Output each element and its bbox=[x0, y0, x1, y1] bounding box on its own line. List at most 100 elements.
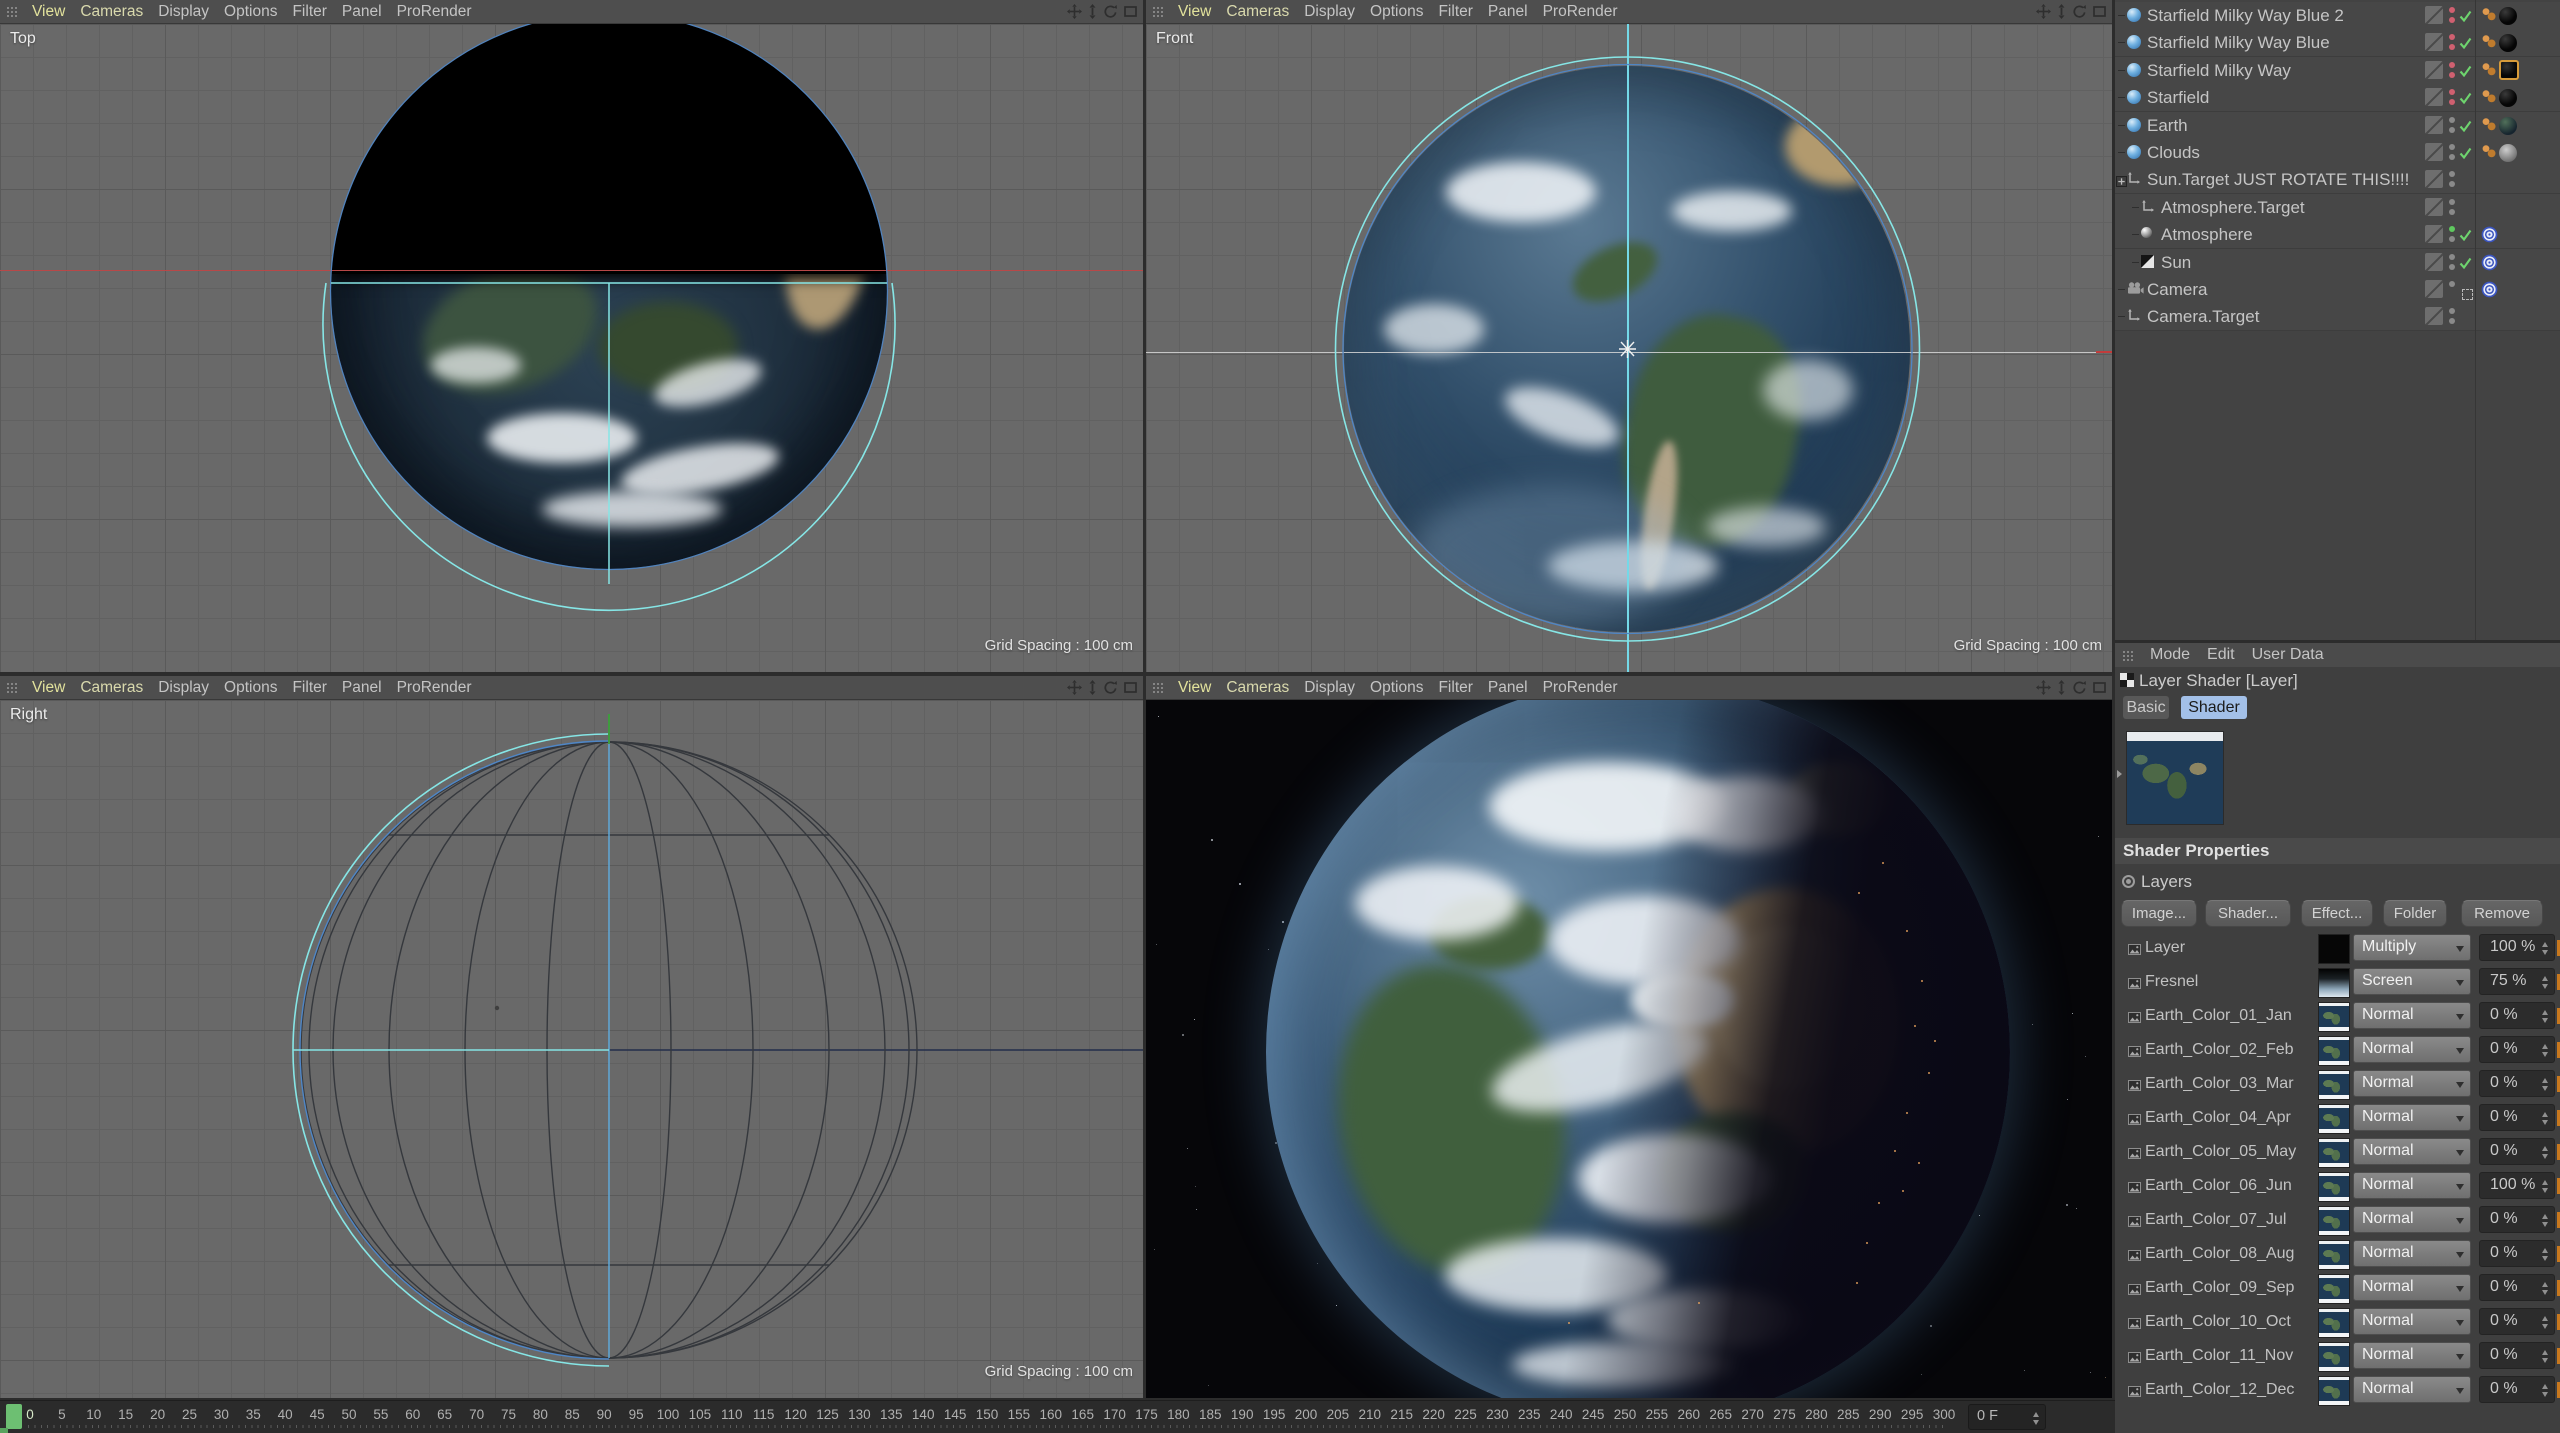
null-object-icon[interactable] bbox=[2127, 309, 2140, 327]
object-name[interactable]: Camera.Target bbox=[2147, 307, 2259, 327]
shader-layer-row[interactable]: Earth_Color_11_Nov Normal 0 % bbox=[2115, 1339, 2560, 1373]
blend-mode-dropdown[interactable]: Normal bbox=[2353, 1376, 2471, 1403]
enabled-check-icon[interactable] bbox=[2459, 91, 2472, 109]
value-spinner[interactable] bbox=[2542, 942, 2549, 955]
value-spinner[interactable] bbox=[2542, 1248, 2549, 1261]
pan-icon[interactable] bbox=[2036, 680, 2051, 695]
object-name[interactable]: Starfield Milky Way Blue 2 bbox=[2147, 6, 2344, 26]
editor-visibility-dot[interactable] bbox=[2449, 308, 2455, 315]
sphere-object-icon[interactable] bbox=[2127, 62, 2141, 77]
rotate-icon[interactable] bbox=[2072, 4, 2087, 19]
shader-layer-row[interactable]: Earth_Color_07_Jul Normal 0 % bbox=[2115, 1203, 2560, 1237]
material-tag-icon[interactable] bbox=[2499, 144, 2517, 162]
layer-name[interactable]: Earth_Color_05_May bbox=[2145, 1143, 2296, 1161]
layer-name[interactable]: Earth_Color_07_Jul bbox=[2145, 1211, 2286, 1229]
layer-name[interactable]: Earth_Color_10_Oct bbox=[2145, 1313, 2291, 1331]
value-spinner[interactable] bbox=[2542, 976, 2549, 989]
layer-thumbnail[interactable] bbox=[2318, 1104, 2350, 1134]
viewport-menu-panel[interactable]: Panel bbox=[1488, 3, 1528, 21]
editor-visibility-dot[interactable] bbox=[2449, 281, 2455, 287]
layer-name[interactable]: Earth_Color_09_Sep bbox=[2145, 1279, 2294, 1297]
grip-icon[interactable] bbox=[2122, 649, 2133, 661]
image-button[interactable]: Image... bbox=[2121, 900, 2197, 927]
viewport-top[interactable]: Top Grid Spacing : 100 cm bbox=[0, 24, 1143, 672]
layer-thumbnail[interactable] bbox=[2318, 1070, 2350, 1100]
shader-layer-row[interactable]: Earth_Color_02_Feb Normal 0 % bbox=[2115, 1033, 2560, 1067]
preview-expand-arrow[interactable] bbox=[2117, 770, 2122, 778]
opacity-field[interactable]: 0 % bbox=[2479, 1002, 2555, 1029]
viewport-menu-display[interactable]: Display bbox=[158, 3, 209, 21]
viewport-menu-display[interactable]: Display bbox=[1304, 3, 1355, 21]
target-tag-icon[interactable] bbox=[2481, 281, 2498, 303]
opacity-field[interactable]: 0 % bbox=[2479, 1138, 2555, 1165]
viewport-right[interactable]: Right Grid Spacing : 100 cm bbox=[0, 700, 1143, 1398]
menu-mode[interactable]: Mode bbox=[2150, 646, 2190, 664]
layer-name[interactable]: Earth_Color_04_Apr bbox=[2145, 1109, 2291, 1127]
layer-thumbnail[interactable] bbox=[2318, 934, 2350, 964]
grip-icon[interactable] bbox=[6, 682, 17, 693]
render-visibility-dot[interactable] bbox=[2449, 126, 2455, 133]
viewport-menu-prorender[interactable]: ProRender bbox=[397, 3, 472, 21]
phong-tag-icon[interactable] bbox=[2481, 117, 2497, 137]
folder-button[interactable]: Folder bbox=[2383, 900, 2447, 927]
sphere-object-icon[interactable] bbox=[2127, 117, 2141, 132]
material-tag-icon[interactable] bbox=[2499, 116, 2517, 135]
active-camera-icon[interactable] bbox=[2462, 289, 2473, 300]
object-name[interactable]: Starfield Milky Way bbox=[2147, 61, 2291, 81]
shader-layer-row[interactable]: Earth_Color_04_Apr Normal 0 % bbox=[2115, 1101, 2560, 1135]
editor-visibility-dot[interactable] bbox=[2449, 7, 2455, 13]
object-name[interactable]: Sun bbox=[2161, 253, 2191, 273]
layer-name[interactable]: Fresnel bbox=[2145, 973, 2198, 991]
viewport-divider-vertical[interactable] bbox=[1143, 0, 1146, 1400]
layer-thumbnail[interactable] bbox=[2318, 1376, 2350, 1406]
render-visibility-dot[interactable] bbox=[2449, 318, 2455, 325]
opacity-field[interactable]: 0 % bbox=[2479, 1036, 2555, 1063]
object-name[interactable]: Starfield Milky Way Blue bbox=[2147, 33, 2330, 53]
grip-icon[interactable] bbox=[1152, 682, 1163, 693]
viewport-perspective[interactable] bbox=[1146, 700, 2112, 1398]
viewport-menu-cameras[interactable]: Cameras bbox=[80, 679, 143, 697]
blend-mode-dropdown[interactable]: Normal bbox=[2353, 1274, 2471, 1301]
display-toggle-icon[interactable] bbox=[2425, 143, 2443, 161]
expand-toggle-icon[interactable] bbox=[2116, 174, 2127, 192]
viewport-menu-view[interactable]: View bbox=[32, 3, 65, 21]
shader-layer-row[interactable]: Earth_Color_05_May Normal 0 % bbox=[2115, 1135, 2560, 1169]
blend-mode-dropdown[interactable]: Normal bbox=[2353, 1104, 2471, 1131]
editor-visibility-dot[interactable] bbox=[2449, 116, 2455, 123]
render-visibility-dot[interactable] bbox=[2449, 181, 2455, 188]
value-spinner[interactable] bbox=[2542, 1078, 2549, 1091]
sphere-object-icon[interactable] bbox=[2127, 145, 2141, 159]
object-row[interactable]: Starfield Milky Way bbox=[2115, 56, 2560, 85]
viewport-menu-options[interactable]: Options bbox=[1370, 3, 1423, 21]
blend-mode-dropdown[interactable]: Multiply bbox=[2353, 934, 2471, 961]
layer-thumbnail[interactable] bbox=[2318, 1138, 2350, 1168]
viewport-menu-view[interactable]: View bbox=[32, 679, 65, 697]
layer-name[interactable]: Earth_Color_03_Mar bbox=[2145, 1075, 2294, 1093]
layer-name[interactable]: Earth_Color_06_Jun bbox=[2145, 1177, 2292, 1195]
maximize-icon[interactable] bbox=[2093, 6, 2106, 17]
material-tag-icon-selected[interactable] bbox=[2499, 59, 2519, 80]
viewport-menu-display[interactable]: Display bbox=[158, 679, 209, 697]
phong-tag-icon[interactable] bbox=[2481, 144, 2497, 164]
rotate-icon[interactable] bbox=[2072, 680, 2087, 695]
viewport-menu-panel[interactable]: Panel bbox=[342, 3, 382, 21]
viewport-menu-filter[interactable]: Filter bbox=[292, 3, 326, 21]
layer-name[interactable]: Earth_Color_01_Jan bbox=[2145, 1007, 2292, 1025]
layer-thumbnail[interactable] bbox=[2318, 968, 2350, 998]
viewport-menu-panel[interactable]: Panel bbox=[1488, 679, 1528, 697]
pan-icon[interactable] bbox=[1067, 680, 1082, 695]
shader-layer-row[interactable]: Layer Multiply 100 % bbox=[2115, 931, 2560, 965]
display-toggle-icon[interactable] bbox=[2425, 307, 2443, 326]
opacity-field[interactable]: 75 % bbox=[2479, 968, 2555, 995]
display-toggle-icon[interactable] bbox=[2425, 6, 2443, 24]
sphere-object-icon[interactable] bbox=[2127, 35, 2141, 50]
viewport-menu-prorender[interactable]: ProRender bbox=[397, 679, 472, 697]
editor-visibility-dot[interactable] bbox=[2449, 171, 2455, 178]
viewport-menu-prorender[interactable]: ProRender bbox=[1543, 679, 1618, 697]
opacity-field[interactable]: 0 % bbox=[2479, 1104, 2555, 1131]
blend-mode-dropdown[interactable]: Normal bbox=[2353, 1002, 2471, 1029]
phong-tag-icon[interactable] bbox=[2481, 62, 2497, 82]
object-name[interactable]: Starfield bbox=[2147, 88, 2209, 108]
opacity-field[interactable]: 0 % bbox=[2479, 1206, 2555, 1233]
maximize-icon[interactable] bbox=[1124, 6, 1137, 17]
